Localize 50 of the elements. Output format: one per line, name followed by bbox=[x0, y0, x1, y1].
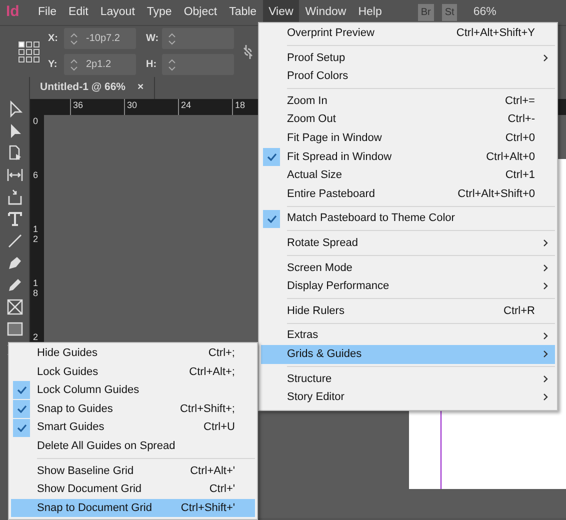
menu-item[interactable]: Entire Pasteboard Ctrl+Alt+Shift+0 bbox=[261, 184, 555, 204]
menu-item[interactable]: File bbox=[32, 0, 63, 26]
menu-item[interactable]: Table bbox=[223, 0, 263, 26]
menu-item[interactable]: Snap to Guides Ctrl+Shift+; bbox=[11, 400, 255, 418]
menu-item[interactable]: Hide Guides Ctrl+; bbox=[11, 344, 255, 363]
menu-item[interactable]: Overprint Preview Ctrl+Alt+Shift+Y bbox=[261, 24, 555, 43]
menu-item[interactable]: Window bbox=[299, 0, 352, 26]
field-label: X: bbox=[48, 32, 59, 46]
app-logo: Id bbox=[6, 2, 20, 22]
menu-item[interactable]: Actual Size Ctrl+1 bbox=[261, 166, 555, 185]
menu-item[interactable]: Help bbox=[352, 0, 388, 26]
menu-item[interactable]: Hide Rulers Ctrl+R bbox=[261, 302, 555, 320]
menu-item[interactable]: Extras bbox=[261, 326, 555, 345]
tab-title: Untitled-1 @ 66% bbox=[40, 80, 126, 96]
ruler-number: 6 bbox=[33, 170, 38, 180]
field-value: 2p1.2 bbox=[86, 58, 112, 72]
menu-item[interactable]: Snap to Document Grid Ctrl+Shift+' bbox=[11, 498, 255, 518]
menu-item[interactable]: Display Performance bbox=[261, 277, 555, 296]
menu-item[interactable]: Show Document Grid Ctrl+' bbox=[11, 480, 255, 499]
menu-item[interactable]: Layout bbox=[94, 0, 141, 26]
menu-item[interactable]: Screen Mode bbox=[261, 258, 555, 278]
field-label: Y: bbox=[48, 58, 58, 72]
menu-item[interactable]: Rotate Spread bbox=[261, 234, 555, 253]
menu-item[interactable]: Lock Column Guides bbox=[11, 381, 255, 400]
menu-item[interactable]: Delete All Guides on Spread bbox=[11, 436, 255, 456]
ruler-number: 18 bbox=[33, 278, 38, 298]
menu-item[interactable]: Type bbox=[140, 0, 178, 26]
ruler-number: 12 bbox=[33, 224, 38, 244]
menu-item[interactable]: Lock Guides Ctrl+Alt+; bbox=[11, 362, 255, 382]
menu-item[interactable]: Match Pasteboard to Theme Color bbox=[261, 209, 555, 228]
ruler-number: 0 bbox=[33, 116, 38, 126]
menu-item[interactable]: Proof Setup bbox=[261, 48, 555, 68]
menu-item[interactable]: Smart Guides Ctrl+U bbox=[11, 418, 255, 437]
field-label: W: bbox=[146, 32, 158, 46]
field-label: H: bbox=[146, 58, 158, 72]
menu-item[interactable]: Proof Colors bbox=[261, 67, 555, 86]
menu-item[interactable]: Structure bbox=[261, 370, 555, 388]
input-field[interactable]: 2p1.2 bbox=[64, 54, 136, 75]
menu-item[interactable]: Grids & Guides bbox=[261, 344, 555, 364]
close-button[interactable]: × bbox=[138, 80, 144, 96]
field-value: -10p7.2 bbox=[86, 32, 120, 46]
menu-item[interactable]: Story Editor bbox=[261, 388, 555, 407]
menu-item[interactable]: Fit Spread in Window Ctrl+Alt+0 bbox=[261, 148, 555, 166]
zoom-field[interactable]: 66% bbox=[473, 4, 496, 22]
menu-item[interactable]: Edit bbox=[62, 0, 94, 26]
menu-item[interactable]: Fit Page in Window Ctrl+0 bbox=[261, 128, 555, 148]
menu-item[interactable]: Object bbox=[178, 0, 224, 26]
menu-item[interactable]: Show Baseline Grid Ctrl+Alt+' bbox=[11, 462, 255, 480]
ruler-number: 2 bbox=[33, 332, 38, 342]
input-field[interactable]: -10p7.2 bbox=[64, 28, 136, 49]
